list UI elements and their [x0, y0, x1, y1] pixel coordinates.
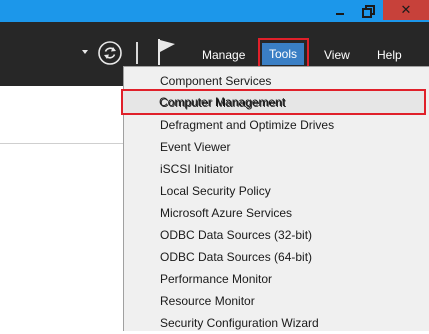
- pane-divider: [0, 143, 123, 144]
- toolbar-separator: [136, 42, 138, 64]
- dropdown-arrow-icon[interactable]: [82, 50, 88, 54]
- menu-item-computer-management-label[interactable]: Computer Management: [159, 91, 285, 113]
- menu-item-odbc-32[interactable]: ODBC Data Sources (32-bit): [160, 224, 312, 246]
- minimize-button[interactable]: [330, 0, 350, 20]
- menu-manage[interactable]: Manage: [202, 48, 245, 62]
- restore-icon: [362, 4, 375, 18]
- menu-item-defragment[interactable]: Defragment and Optimize Drives: [160, 114, 334, 136]
- notifications-flag-icon[interactable]: [155, 38, 177, 66]
- minimize-icon: [336, 12, 344, 15]
- menu-item-performance-monitor[interactable]: Performance Monitor: [160, 268, 272, 290]
- menu-view[interactable]: View: [324, 48, 350, 62]
- menu-item-local-security-policy[interactable]: Local Security Policy: [160, 180, 271, 202]
- menu-item-azure-services[interactable]: Microsoft Azure Services: [160, 202, 292, 224]
- menu-help[interactable]: Help: [377, 48, 402, 62]
- menu-item-iscsi-initiator[interactable]: iSCSI Initiator: [160, 158, 233, 180]
- window-title-bar: ✕: [0, 0, 429, 22]
- dashboard-pane: [0, 86, 123, 331]
- restore-button[interactable]: [354, 0, 381, 20]
- close-button[interactable]: ✕: [383, 0, 429, 20]
- close-icon: ✕: [400, 2, 412, 17]
- menu-item-event-viewer[interactable]: Event Viewer: [160, 136, 230, 158]
- menu-item-odbc-64[interactable]: ODBC Data Sources (64-bit): [160, 246, 312, 268]
- menu-item-resource-monitor[interactable]: Resource Monitor: [160, 290, 255, 312]
- refresh-icon[interactable]: [98, 41, 122, 65]
